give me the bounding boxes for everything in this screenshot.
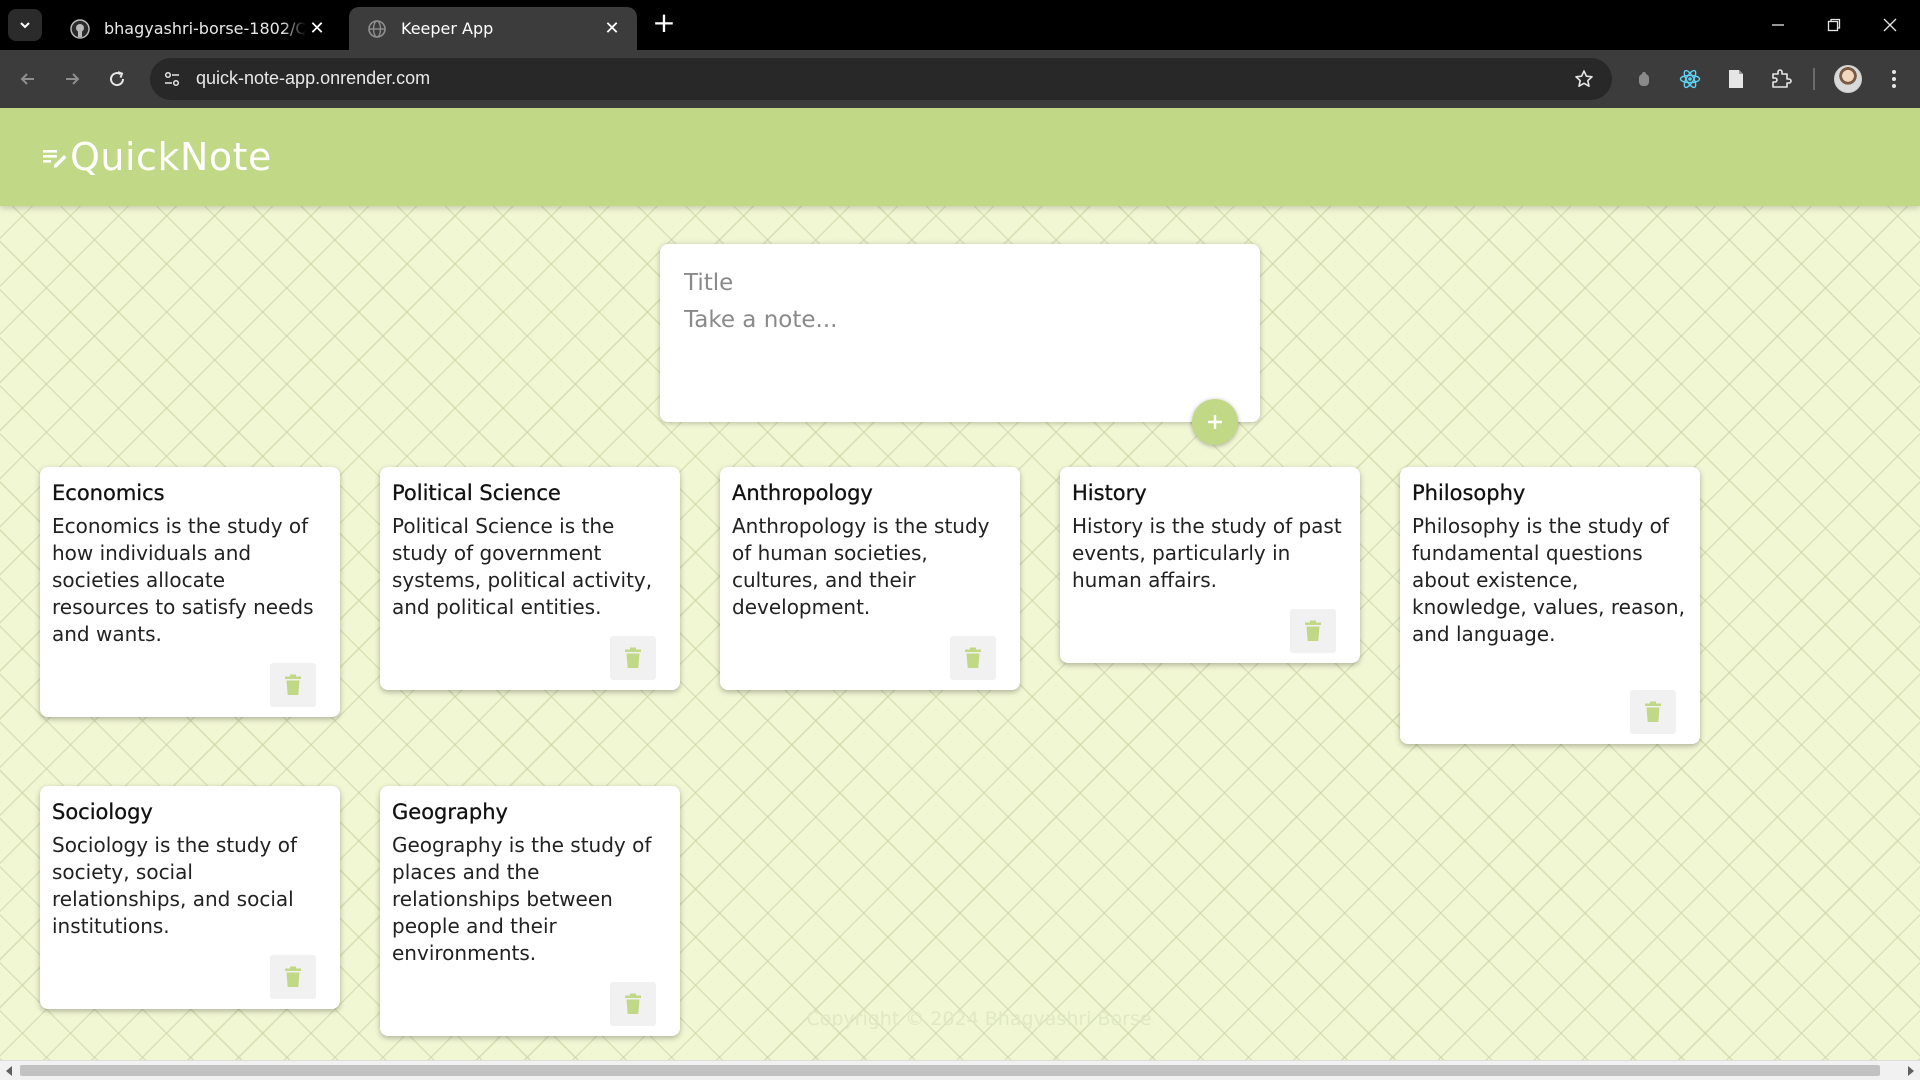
- globe-icon: [367, 19, 387, 39]
- horizontal-scrollbar[interactable]: [0, 1060, 1920, 1080]
- trash-icon: [1305, 620, 1321, 641]
- close-icon[interactable]: ✕: [306, 18, 328, 40]
- add-note-button[interactable]: [1192, 399, 1238, 445]
- back-button[interactable]: [12, 63, 44, 95]
- bookmark-star-icon[interactable]: [1572, 67, 1596, 91]
- note-content: History is the study of past events, par…: [1072, 514, 1342, 592]
- note-title: Sociology: [52, 800, 153, 824]
- note-content: Political Science is the study of govern…: [392, 514, 653, 619]
- browser-toolbar: quick-note-app.onrender.com: [0, 50, 1920, 108]
- note-card: Sociology Sociology is the study of soci…: [40, 786, 340, 1009]
- trash-icon: [1645, 701, 1661, 722]
- restore-button[interactable]: [1812, 8, 1856, 42]
- delete-note-button[interactable]: [1630, 690, 1676, 734]
- note-card: Anthropology Anthropology is the study o…: [720, 467, 1020, 690]
- note-title: History: [1072, 481, 1147, 505]
- more-menu-icon[interactable]: [1880, 65, 1908, 93]
- note-card: Geography Geography is the study of plac…: [380, 786, 680, 1036]
- app-title: QuickNote: [70, 135, 272, 179]
- note-content-input[interactable]: [684, 304, 1234, 394]
- reload-button[interactable]: [101, 63, 133, 95]
- profile-avatar[interactable]: [1834, 65, 1862, 93]
- note-card: Political Science Political Science is t…: [380, 467, 680, 690]
- react-devtools-icon[interactable]: [1676, 65, 1704, 93]
- note-content: Sociology is the study of society, socia…: [52, 833, 298, 938]
- arrow-left-icon: [20, 73, 34, 85]
- note-title: Philosophy: [1412, 481, 1526, 505]
- app-header: QuickNote: [0, 108, 1920, 206]
- extension-icon[interactable]: [1630, 65, 1658, 93]
- edit-note-icon: [42, 144, 68, 170]
- chevron-down-icon: [20, 22, 30, 29]
- arrow-right-icon: [66, 73, 80, 85]
- reload-icon: [110, 71, 125, 87]
- document-extension-icon[interactable]: [1722, 65, 1750, 93]
- tab-search-button[interactable]: [8, 9, 42, 41]
- page-viewport: QuickNote Economics Economics is the stu…: [0, 108, 1920, 1060]
- puzzle-extensions-icon[interactable]: [1767, 65, 1795, 93]
- note-title: Anthropology: [732, 481, 873, 505]
- note-title: Geography: [392, 800, 508, 824]
- delete-note-button[interactable]: [1290, 609, 1336, 653]
- close-window-button[interactable]: [1868, 8, 1912, 42]
- note-title: Political Science: [392, 481, 561, 505]
- scroll-right-arrow-icon[interactable]: [1908, 1066, 1914, 1076]
- delete-note-button[interactable]: [270, 663, 316, 707]
- page-footer: Copyright © 2024 Bhagyashri Borse: [0, 1008, 1920, 1030]
- trash-icon: [285, 966, 301, 987]
- toolbar-separator: [1813, 68, 1815, 90]
- note-composer: [660, 244, 1260, 422]
- trash-icon: [625, 647, 641, 668]
- note-content: Economics is the study of how individual…: [52, 514, 314, 646]
- tab-title: bhagyashri-borse-1802/Quick-Note-App: [104, 19, 306, 38]
- note-title: Economics: [52, 481, 165, 505]
- note-card: Economics Economics is the study of how …: [40, 467, 340, 717]
- browser-tab-github[interactable]: bhagyashri-borse-1802/Quick-Note-App ✕: [52, 7, 342, 50]
- restore-icon: [1827, 18, 1841, 32]
- github-icon: [70, 18, 90, 39]
- scrollbar-thumb[interactable]: [20, 1065, 1880, 1076]
- minimize-button[interactable]: [1756, 8, 1800, 42]
- tab-title: Keeper App: [401, 19, 494, 38]
- minimize-icon: [1772, 24, 1784, 26]
- copyright-text: Copyright © 2024 Bhagyashri Borse: [806, 1008, 1152, 1030]
- delete-note-button[interactable]: [270, 955, 316, 999]
- note-card: History History is the study of past eve…: [1060, 467, 1360, 663]
- url-text: quick-note-app.onrender.com: [196, 68, 431, 88]
- delete-note-button[interactable]: [950, 636, 996, 680]
- forward-button[interactable]: [56, 63, 88, 95]
- delete-note-button[interactable]: [610, 636, 656, 680]
- trash-icon: [965, 647, 981, 668]
- close-icon[interactable]: ✕: [601, 18, 623, 40]
- close-icon: [1883, 18, 1897, 32]
- note-card: Philosophy Philosophy is the study of fu…: [1400, 467, 1700, 744]
- note-content: Anthropology is the study of human socie…: [732, 514, 990, 619]
- new-tab-button[interactable]: +: [650, 9, 678, 38]
- site-info-icon[interactable]: [160, 67, 184, 91]
- plus-icon: [1208, 415, 1222, 429]
- scroll-left-arrow-icon[interactable]: [6, 1066, 12, 1076]
- note-content: Philosophy is the study of fundamental q…: [1412, 514, 1685, 646]
- note-content: Geography is the study of places and the…: [392, 833, 652, 965]
- title-input[interactable]: [684, 266, 1234, 300]
- browser-tab-strip: bhagyashri-borse-1802/Quick-Note-App ✕ K…: [0, 0, 1920, 50]
- address-bar[interactable]: quick-note-app.onrender.com: [150, 58, 1612, 100]
- browser-tab-keeper[interactable]: Keeper App ✕: [349, 7, 637, 50]
- trash-icon: [285, 674, 301, 695]
